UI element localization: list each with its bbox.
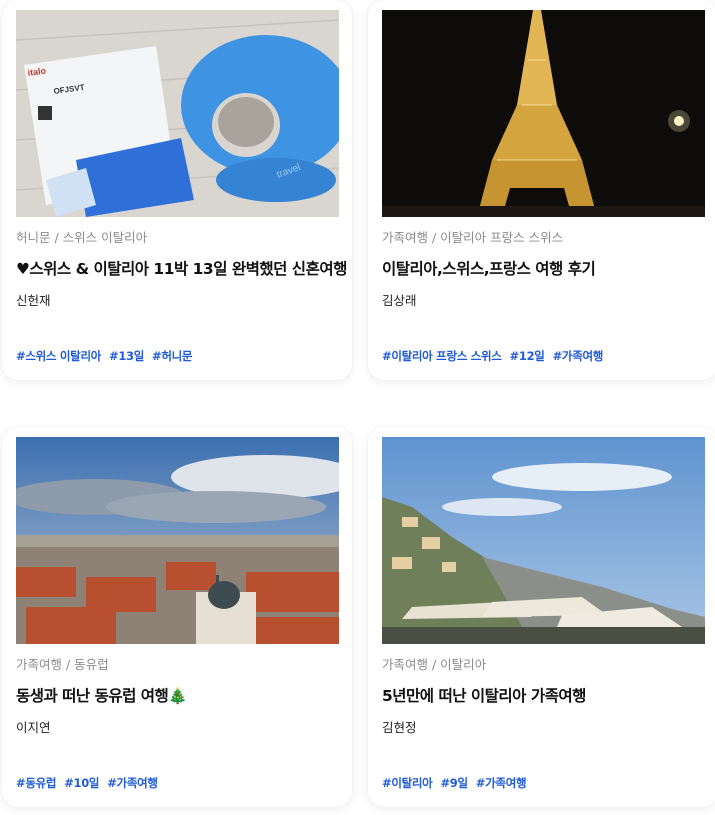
- card-tags: #이탈리아 프랑스 스위스 #12일 #가족여행: [382, 348, 603, 364]
- card-category: 가족여행 / 동유럽: [16, 657, 109, 672]
- amalfi-coast-photo: [382, 437, 705, 644]
- tag-link[interactable]: #가족여행: [107, 775, 158, 791]
- travel-review-card[interactable]: 가족여행 / 이탈리아 프랑스 스위스 이탈리아,스위스,프랑스 여행 후기 김…: [368, 0, 715, 380]
- travel-review-card[interactable]: 가족여행 / 이탈리아 5년만에 떠난 이탈리아 가족여행 김현정 #이탈리아 …: [368, 427, 715, 807]
- card-title[interactable]: ♥스위스 & 이탈리아 11박 13일 완벽했던 신혼여행: [16, 257, 347, 279]
- tag-link[interactable]: #10일: [64, 775, 99, 791]
- card-category: 허니문 / 스위스 이탈리아: [16, 230, 148, 245]
- eiffel-tower-night-photo: [382, 10, 705, 217]
- card-author: 신헌재: [16, 293, 51, 308]
- travel-review-card[interactable]: italo OFJSVT travel 허니문 / 스위스 이탈리아 ♥스위스 …: [2, 0, 352, 380]
- tag-link[interactable]: #이탈리아: [382, 775, 433, 791]
- tag-link[interactable]: #스위스 이탈리아: [16, 348, 101, 364]
- card-tags: #이탈리아 #9일 #가족여행: [382, 775, 527, 791]
- tag-link[interactable]: #9일: [440, 775, 468, 791]
- card-tags: #스위스 이탈리아 #13일 #허니문: [16, 348, 193, 364]
- tag-link[interactable]: #13일: [109, 348, 144, 364]
- tag-link[interactable]: #허니문: [152, 348, 192, 364]
- card-category: 가족여행 / 이탈리아 프랑스 스위스: [382, 230, 564, 245]
- card-category: 가족여행 / 이탈리아: [382, 657, 487, 672]
- travel-review-card[interactable]: 가족여행 / 동유럽 동생과 떠난 동유럽 여행🎄 이지연 #동유럽 #10일 …: [2, 427, 352, 807]
- card-title[interactable]: 이탈리아,스위스,프랑스 여행 후기: [382, 257, 712, 279]
- neck-pillow-ticket-photo: italo OFJSVT travel: [16, 10, 339, 217]
- card-author: 이지연: [16, 720, 51, 735]
- tag-link[interactable]: #12일: [510, 348, 545, 364]
- prague-rooftops-photo: [16, 437, 339, 644]
- card-title[interactable]: 5년만에 떠난 이탈리아 가족여행: [382, 684, 712, 706]
- card-title[interactable]: 동생과 떠난 동유럽 여행🎄: [16, 684, 346, 706]
- card-author: 김상래: [382, 293, 417, 308]
- tag-link[interactable]: #이탈리아 프랑스 스위스: [382, 348, 502, 364]
- card-author: 김현정: [382, 720, 417, 735]
- card-tags: #동유럽 #10일 #가족여행: [16, 775, 158, 791]
- tag-link[interactable]: #가족여행: [476, 775, 527, 791]
- tag-link[interactable]: #가족여행: [553, 348, 604, 364]
- tag-link[interactable]: #동유럽: [16, 775, 56, 791]
